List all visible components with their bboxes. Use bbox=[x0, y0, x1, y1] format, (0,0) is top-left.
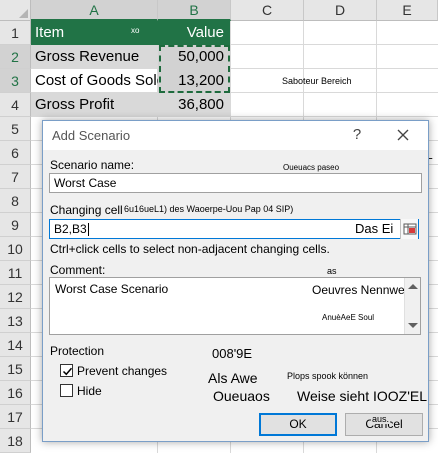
dialog-title-bar[interactable]: Add Scenario ? bbox=[43, 121, 428, 150]
scenario-name-input[interactable]: Worst Case bbox=[49, 173, 422, 193]
collapse-dialog-button[interactable] bbox=[400, 219, 418, 239]
select-all-triangle bbox=[19, 9, 28, 18]
comment-overlay-top: as bbox=[327, 266, 337, 276]
comment-label: Comment: bbox=[50, 263, 106, 277]
column-header-d[interactable]: D bbox=[304, 0, 377, 21]
help-button[interactable]: ? bbox=[346, 124, 368, 146]
row-header-8[interactable]: 8 bbox=[0, 189, 31, 213]
column-header-b[interactable]: B bbox=[158, 0, 231, 21]
comment-scrollbar[interactable] bbox=[404, 278, 420, 334]
protection-group-label: Protection bbox=[50, 344, 105, 358]
changing-cells-hint: Ctrl+click cells to select non-adjacent … bbox=[50, 242, 330, 256]
changing-cells-trailing-text: Das Ei bbox=[355, 221, 394, 236]
hide-label[interactable]: Hide bbox=[77, 384, 102, 398]
cell-b4-value[interactable]: 36,800 bbox=[158, 93, 230, 117]
row-header-3[interactable]: 3 bbox=[0, 69, 31, 93]
changing-cells-overlay: 6u16ueL1) des Waoerpe-Uou Pap 04 SIP) bbox=[124, 204, 294, 214]
dialog-title: Add Scenario bbox=[52, 128, 131, 143]
cell-a4-label[interactable]: Gross Profit bbox=[31, 93, 158, 117]
add-scenario-dialog: Add Scenario ? Scenario name: Oueuacs pa… bbox=[42, 120, 429, 442]
row-header-4[interactable]: 4 bbox=[0, 93, 31, 117]
text-caret bbox=[87, 223, 89, 237]
row-header-11[interactable]: 11 bbox=[0, 261, 31, 285]
scenario-name-overlay: Oueuacs paseo bbox=[283, 163, 340, 172]
row-header-15[interactable]: 15 bbox=[0, 357, 31, 381]
row-header-12[interactable]: 12 bbox=[0, 285, 31, 309]
overlay-text-4: Oueuaos bbox=[213, 388, 270, 404]
comment-overlay-small: AnuèAeE Soul bbox=[322, 313, 375, 322]
column-header-a[interactable]: A bbox=[31, 0, 158, 21]
row-header-9[interactable]: 9 bbox=[0, 213, 31, 237]
row-header-5[interactable]: 5 bbox=[0, 117, 31, 141]
changing-cells-label: Changing cell bbox=[50, 203, 123, 217]
cell-a3-label[interactable]: Cost of Goods Sold bbox=[31, 69, 158, 93]
range-select-icon bbox=[403, 223, 417, 235]
row-header-17[interactable]: 17 bbox=[0, 405, 31, 429]
prevent-changes-checkbox[interactable] bbox=[60, 364, 73, 377]
overlay-text-6: aus. bbox=[371, 414, 391, 424]
cell-a2-label[interactable]: Gross Revenue bbox=[31, 45, 158, 69]
row-header-10[interactable]: 10 bbox=[0, 237, 31, 261]
changing-cells-value: B2,B3 bbox=[54, 222, 87, 236]
row-header-13[interactable]: 13 bbox=[0, 309, 31, 333]
overlay-text-3: Plops spook können bbox=[287, 371, 369, 381]
column-header-c[interactable]: C bbox=[231, 0, 304, 21]
row-header-18[interactable]: 18 bbox=[0, 429, 31, 453]
comment-textarea[interactable]: Worst Case Scenario Oeuvres Nennwert Anu… bbox=[49, 277, 421, 335]
cell-a1-mark: xo bbox=[131, 26, 140, 35]
selection-marquee bbox=[159, 45, 230, 93]
row-header-7[interactable]: 7 bbox=[0, 165, 31, 189]
ok-button[interactable]: OK bbox=[259, 413, 337, 436]
comment-overlay-right: Oeuvres Nennwert bbox=[312, 283, 413, 297]
select-all-corner[interactable] bbox=[0, 0, 31, 21]
hide-checkbox[interactable] bbox=[60, 384, 73, 397]
overlay-text-2: Als Awe bbox=[208, 370, 258, 386]
scroll-up-arrow-icon[interactable] bbox=[408, 284, 418, 289]
scroll-down-arrow-icon[interactable] bbox=[408, 323, 418, 328]
row-header-6[interactable]: 6 bbox=[0, 141, 31, 165]
checkmark-icon bbox=[62, 367, 73, 376]
scenario-name-label: Scenario name: bbox=[50, 158, 135, 172]
cell-b1-header[interactable]: Value bbox=[158, 21, 230, 45]
cell-c3-text: Saboteur Bereich bbox=[282, 76, 352, 86]
overlay-text-5: Weise sieht IOOZ'EL bbox=[297, 388, 428, 404]
overlay-text-1: 008'9E bbox=[212, 346, 253, 361]
column-header-e[interactable]: E bbox=[377, 0, 438, 21]
row-header-16[interactable]: 16 bbox=[0, 381, 31, 405]
prevent-changes-label[interactable]: Prevent changes bbox=[77, 364, 167, 378]
row-header-2[interactable]: 2 bbox=[0, 45, 31, 69]
row-header-1[interactable]: 1 bbox=[0, 21, 31, 45]
comment-text: Worst Case Scenario bbox=[55, 282, 169, 296]
row-header-14[interactable]: 14 bbox=[0, 333, 31, 357]
close-button[interactable] bbox=[392, 124, 414, 146]
close-icon bbox=[397, 129, 409, 141]
